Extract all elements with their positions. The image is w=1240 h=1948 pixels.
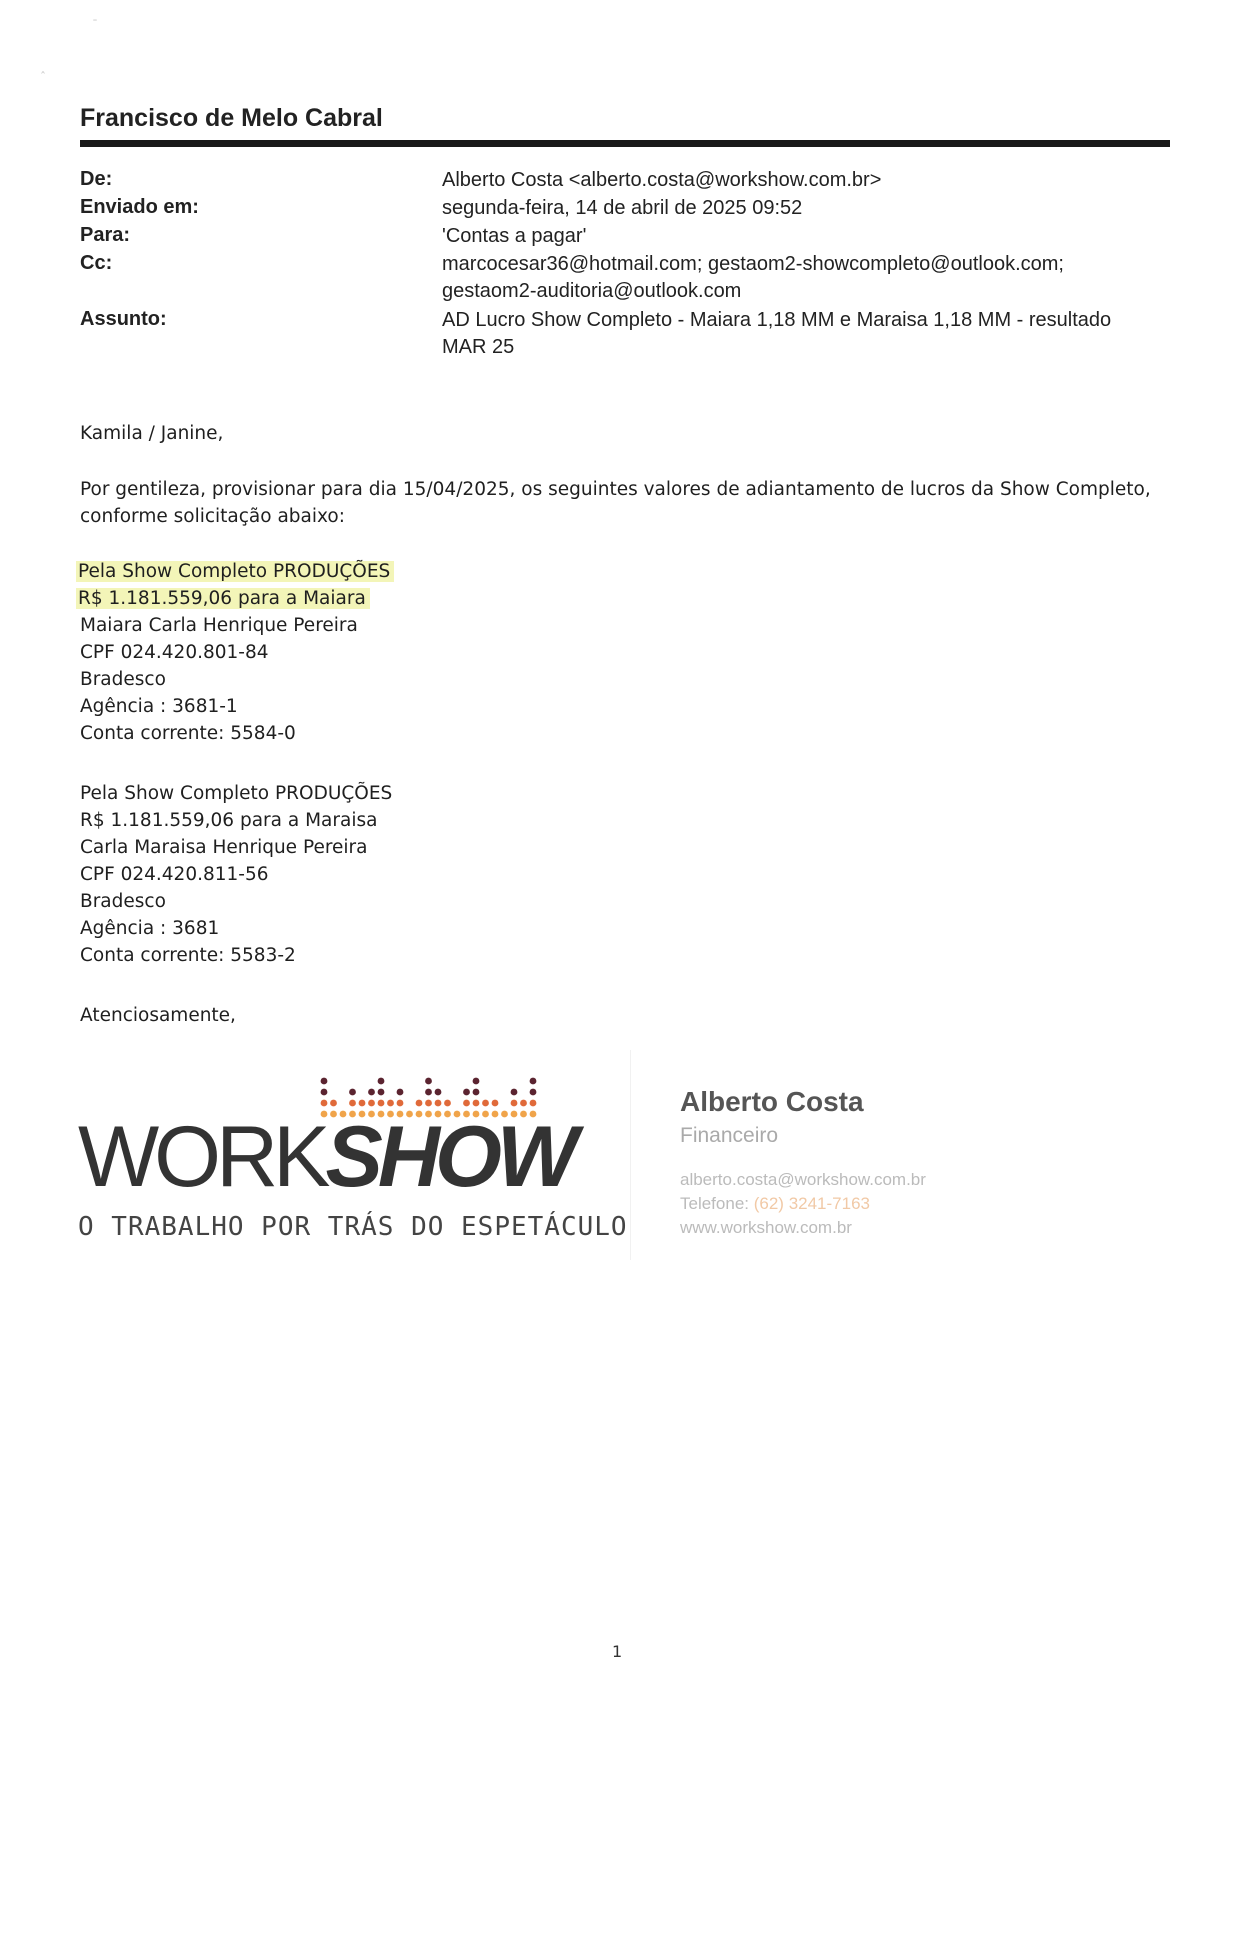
logo-dot xyxy=(425,1077,432,1085)
cc-value-line1: marcocesar36@hotmail.com; gestaom2-showc… xyxy=(442,253,1064,275)
signature-website[interactable]: www.workshow.com.br xyxy=(680,1218,852,1238)
logo-dot xyxy=(482,1099,489,1107)
payment2-company: Pela Show Completo PRODUÇÕES xyxy=(80,783,393,804)
logo-dot xyxy=(320,1088,328,1096)
sent-label: Enviado em: xyxy=(80,196,199,218)
logo-tagline: O TRABALHO POR TRÁS DO ESPETÁCULO xyxy=(78,1212,628,1242)
payment1-agency: Agência : 3681-1 xyxy=(80,696,238,717)
logo-dot xyxy=(434,1099,442,1107)
logo-dot xyxy=(349,1099,356,1107)
logo-dot xyxy=(463,1099,470,1107)
from-label: De: xyxy=(80,168,113,190)
payment2-name: Carla Maraisa Henrique Pereira xyxy=(80,837,368,858)
from-value: Alberto Costa <alberto.costa@workshow.co… xyxy=(442,169,882,191)
logo-dot xyxy=(425,1088,432,1096)
logo-dot xyxy=(529,1099,537,1107)
logo-dot xyxy=(529,1088,537,1096)
logo-dot xyxy=(358,1099,366,1107)
payment2-cpf: CPF 024.420.811-56 xyxy=(80,864,269,885)
logo-wordmark: WORKSHOW xyxy=(78,1114,578,1200)
logo-dot xyxy=(472,1099,480,1107)
scan-speck: ˆ xyxy=(40,70,46,84)
signature-email[interactable]: alberto.costa@workshow.com.br xyxy=(680,1170,926,1190)
logo-dot xyxy=(320,1099,328,1107)
logo-dot xyxy=(349,1088,356,1096)
cc-label: Cc: xyxy=(80,252,113,274)
signature-phone-row: Telefone: (62) 3241-7163 xyxy=(680,1194,870,1214)
logo-dot xyxy=(377,1099,385,1107)
intro-line1: Por gentileza, provisionar para dia 15/0… xyxy=(80,479,1151,500)
signature-role: Financeiro xyxy=(680,1124,779,1147)
logo-show-text: SHOW xyxy=(325,1109,579,1205)
payment2-account: Conta corrente: 5583-2 xyxy=(80,945,296,966)
signature-phone[interactable]: (62) 3241-7163 xyxy=(754,1194,870,1213)
payment1-cpf: CPF 024.420.801-84 xyxy=(80,642,269,663)
logo-dot xyxy=(377,1088,385,1096)
logo-dot xyxy=(415,1099,423,1107)
sent-value: segunda-feira, 14 de abril de 2025 09:52 xyxy=(442,197,803,219)
logo-dot xyxy=(387,1099,394,1107)
page-number: 1 xyxy=(612,1642,623,1661)
intro-line2: conforme solicitação abaixo: xyxy=(80,506,345,527)
subject-value-line2: MAR 25 xyxy=(442,336,515,358)
payment-block-maiara: Pela Show Completo PRODUÇÕES R$ 1.181.55… xyxy=(76,558,1170,747)
logo-work-text: WORK xyxy=(78,1109,331,1205)
payment2-bank: Bradesco xyxy=(80,891,166,912)
workshow-logo: WORKSHOW O TRABALHO POR TRÁS DO ESPETÁCU… xyxy=(78,1060,627,1260)
payment1-company: Pela Show Completo PRODUÇÕES xyxy=(76,558,1170,585)
logo-dot xyxy=(510,1088,518,1096)
payment1-account: Conta corrente: 5584-0 xyxy=(80,723,296,744)
subject-value-line1: AD Lucro Show Completo - Maiara 1,18 MM … xyxy=(442,309,1112,331)
cc-value-line2: gestaom2-auditoria@outlook.com xyxy=(442,280,742,302)
logo-dot xyxy=(425,1099,432,1107)
logo-dot xyxy=(396,1099,404,1107)
closing: Atenciosamente, xyxy=(80,1005,236,1026)
logo-dot xyxy=(472,1088,480,1096)
to-label: Para: xyxy=(80,224,131,246)
payment1-amount: R$ 1.181.559,06 para a Maiara xyxy=(76,585,1170,612)
logo-dot xyxy=(396,1088,404,1096)
greeting: Kamila / Janine, xyxy=(80,423,224,444)
header-divider xyxy=(80,140,1170,147)
logo-dot xyxy=(320,1077,328,1085)
logo-dot xyxy=(368,1099,375,1107)
logo-dot xyxy=(491,1099,499,1107)
logo-dot xyxy=(463,1088,470,1096)
logo-dot xyxy=(520,1099,527,1107)
logo-dot xyxy=(330,1099,337,1107)
logo-dot xyxy=(368,1088,375,1096)
logo-dot xyxy=(529,1077,537,1085)
payment2-agency: Agência : 3681 xyxy=(80,918,220,939)
payment1-company-highlight: Pela Show Completo PRODUÇÕES xyxy=(76,561,395,582)
payment-block-maraisa: Pela Show Completo PRODUÇÕES R$ 1.181.55… xyxy=(80,780,1170,969)
payment2-amount: R$ 1.181.559,06 para a Maraisa xyxy=(80,810,378,831)
signature-name: Alberto Costa xyxy=(680,1086,864,1117)
scanned-email-page: ˉ ˆ Francisco de Melo Cabral De: Alberto… xyxy=(0,0,1240,1948)
logo-dot xyxy=(434,1088,442,1096)
subject-label: Assunto: xyxy=(80,308,167,330)
to-value: 'Contas a pagar' xyxy=(442,225,587,247)
logo-dot xyxy=(377,1077,385,1085)
signature-divider xyxy=(630,1050,631,1260)
subject-value: AD Lucro Show Completo - Maiara 1,18 MM … xyxy=(442,307,1162,361)
mailbox-owner-name: Francisco de Melo Cabral xyxy=(80,104,383,132)
signature-phone-label: Telefone: xyxy=(680,1194,749,1213)
payment1-name: Maiara Carla Henrique Pereira xyxy=(80,615,358,636)
logo-dot xyxy=(444,1099,451,1107)
payment1-bank: Bradesco xyxy=(80,669,166,690)
intro-paragraph: Por gentileza, provisionar para dia 15/0… xyxy=(80,476,1170,530)
logo-dot xyxy=(472,1077,480,1085)
payment1-amount-highlight: R$ 1.181.559,06 para a Maiara xyxy=(76,588,370,609)
scan-speck: ˉ xyxy=(92,18,98,32)
cc-value: marcocesar36@hotmail.com; gestaom2-showc… xyxy=(442,251,1162,305)
logo-dot xyxy=(510,1099,518,1107)
